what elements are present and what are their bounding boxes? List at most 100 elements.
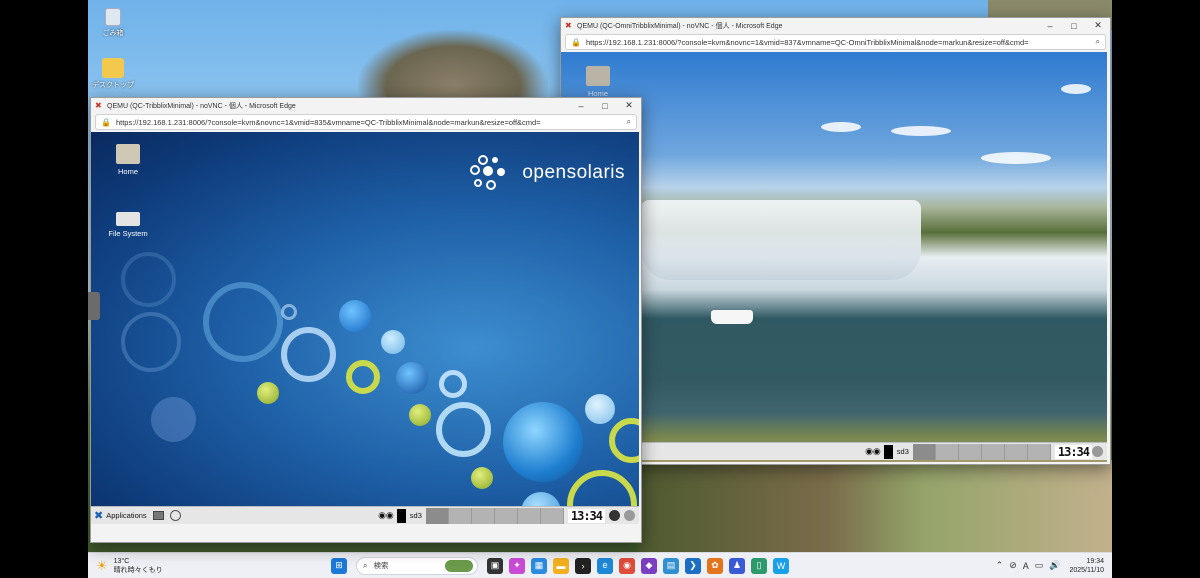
applications-label: Applications bbox=[106, 511, 147, 520]
vnc-screen-left[interactable]: opensolaris Home File System ✖ Applicati… bbox=[91, 132, 639, 524]
terminal-launcher-icon[interactable] bbox=[152, 511, 164, 520]
start-button[interactable]: ⊞ bbox=[331, 557, 347, 574]
close-button[interactable]: ✕ bbox=[1086, 20, 1110, 31]
opensolaris-wordmark: opensolaris bbox=[522, 162, 625, 183]
title-bar[interactable]: ✖ QEMU (QC-TribblixMinimal) - noVNC - 個人… bbox=[91, 98, 641, 113]
terminal-icon[interactable]: › bbox=[575, 557, 591, 574]
minimize-button[interactable]: – bbox=[569, 101, 593, 111]
copilot-icon[interactable]: ✦ bbox=[509, 557, 525, 574]
vm-clock: 13:34 bbox=[1054, 444, 1092, 459]
task-view-icon[interactable]: ▣ bbox=[487, 557, 503, 574]
vm-desktop-icon-file-system[interactable]: File System bbox=[93, 208, 163, 238]
opensolaris-logo-icon bbox=[470, 155, 505, 190]
search-highlight-image bbox=[445, 559, 473, 572]
maximize-button[interactable]: □ bbox=[593, 101, 617, 111]
workspace-label: sd3 bbox=[409, 511, 422, 520]
title-bar[interactable]: ✖ QEMU (QC-OmniTribblixMinimal) - noVNC … bbox=[561, 18, 1110, 33]
vscode-icon[interactable]: ❯ bbox=[685, 557, 701, 574]
weather-widget[interactable]: ☀ 13°C 晴れ時々くもり bbox=[88, 557, 328, 575]
home-folder-icon bbox=[116, 144, 140, 164]
waterfall bbox=[641, 200, 921, 280]
bubble bbox=[121, 252, 176, 307]
app-icon[interactable]: ♟ bbox=[729, 557, 745, 574]
bubble bbox=[281, 304, 297, 320]
workspace-switcher[interactable] bbox=[425, 507, 564, 524]
bubble bbox=[151, 397, 196, 442]
bubble bbox=[281, 327, 336, 382]
bubble bbox=[381, 330, 405, 354]
network-icon[interactable]: ⊘ bbox=[1009, 560, 1017, 571]
vm-icon-label: File System bbox=[108, 229, 148, 238]
app-icon[interactable]: W bbox=[773, 557, 789, 574]
address-bar[interactable]: 🔒 https://192.168.1.231:8006/?console=kv… bbox=[565, 34, 1106, 50]
web-browser-icon[interactable] bbox=[169, 510, 181, 521]
url-text[interactable]: https://192.168.1.231:8006/?console=kvm&… bbox=[116, 118, 627, 127]
minimize-button[interactable]: – bbox=[1038, 21, 1062, 31]
bubble bbox=[339, 300, 371, 332]
app-icon[interactable]: ▯ bbox=[751, 557, 767, 574]
status-icon bbox=[624, 510, 635, 521]
desktop-icon-recycle-bin[interactable]: ごみ箱 bbox=[88, 8, 138, 38]
cloud bbox=[981, 152, 1051, 164]
address-bar[interactable]: 🔒 https://192.168.1.231:8006/?console=kv… bbox=[95, 114, 637, 130]
bubble bbox=[409, 404, 431, 426]
taskbar-time: 19:34 bbox=[1086, 557, 1104, 565]
qemu-favicon-icon: ✖ bbox=[565, 20, 572, 30]
search-placeholder: 検索 bbox=[373, 561, 389, 570]
cloud bbox=[891, 126, 951, 136]
vm-panel-left: ✖ Applications ◉◉ sd3 13:34 bbox=[91, 506, 639, 524]
bubble bbox=[609, 418, 639, 463]
drive-icon bbox=[116, 212, 140, 226]
applications-menu[interactable]: ✖ Applications bbox=[91, 509, 147, 522]
taskbar-date: 2025/11/10 bbox=[1069, 566, 1104, 574]
vm-clock: 13:34 bbox=[567, 508, 605, 523]
status-icon bbox=[1092, 446, 1103, 457]
taskbar-search[interactable]: ⌕ 検索 bbox=[356, 556, 478, 575]
taskbar-clock[interactable]: 19:34 2025/11/10 bbox=[1069, 557, 1104, 575]
app-icon[interactable]: ◆ bbox=[641, 557, 657, 574]
edge-window-right[interactable]: ✖ QEMU (QC-OmniTribblixMinimal) - noVNC … bbox=[560, 17, 1111, 465]
qemu-favicon-icon: ✖ bbox=[95, 100, 102, 110]
vm-panel-right: ◉◉ sd3 13:34 bbox=[561, 442, 1107, 460]
windows-taskbar: ☀ 13°C 晴れ時々くもり ⊞ ⌕ 検索 ▣ ✦ ▦ ▬ › e ◉ ◆ ▤ … bbox=[88, 552, 1112, 578]
weather-temp: 13°C bbox=[113, 557, 130, 565]
edge-window-left[interactable]: ✖ QEMU (QC-TribblixMinimal) - noVNC - 個人… bbox=[90, 97, 642, 543]
app-icon[interactable]: ▤ bbox=[663, 557, 679, 574]
vm-desktop-icon-home[interactable]: Home bbox=[563, 66, 633, 98]
close-button[interactable]: ✕ bbox=[617, 100, 641, 111]
zoom-icon[interactable]: ⌕ bbox=[627, 117, 631, 127]
bubble bbox=[346, 360, 380, 394]
eyes-icon: ◉◉ bbox=[378, 510, 394, 520]
vnc-screen-right[interactable]: Home ◉◉ sd3 13:34 bbox=[561, 52, 1107, 462]
workspace-switcher[interactable] bbox=[912, 443, 1051, 460]
bubble bbox=[471, 467, 493, 489]
bubble bbox=[585, 394, 615, 424]
folder-icon bbox=[102, 58, 124, 78]
desktop-icon-folder[interactable]: デスクトップ bbox=[88, 58, 138, 90]
widgets-icon[interactable]: ▦ bbox=[531, 557, 547, 574]
terminal-block bbox=[883, 444, 893, 459]
bubble bbox=[121, 312, 181, 372]
system-tray: ⌃ ⊘ A ▭ 🔊 19:34 2025/11/10 bbox=[993, 557, 1112, 575]
edge-icon[interactable]: e bbox=[597, 557, 613, 574]
app-icon[interactable]: ✿ bbox=[707, 557, 723, 574]
maximize-button[interactable]: □ bbox=[1062, 21, 1086, 31]
chevron-up-icon[interactable]: ⌃ bbox=[996, 560, 1004, 571]
partly-cloudy-icon: ☀ bbox=[96, 557, 108, 573]
screen: ごみ箱 デスクトップ ✖ QEMU (QC-OmniTribblixMinima… bbox=[0, 0, 1200, 578]
volume-icon[interactable]: 🔊 bbox=[1049, 560, 1060, 571]
zoom-icon[interactable]: ⌕ bbox=[1096, 37, 1100, 47]
lock-status-icon bbox=[609, 510, 620, 521]
url-text[interactable]: https://192.168.1.231:8006/?console=kvm&… bbox=[586, 38, 1096, 47]
file-explorer-icon[interactable]: ▬ bbox=[553, 557, 569, 574]
vm-desktop-icon-home[interactable]: Home bbox=[93, 144, 163, 176]
desktop-icon-label: デスクトップ bbox=[92, 82, 134, 89]
ime-indicator[interactable]: A bbox=[1023, 561, 1029, 571]
novnc-sidebar-handle[interactable] bbox=[88, 292, 100, 320]
display-icon[interactable]: ▭ bbox=[1035, 560, 1044, 571]
vm-icon-label: Home bbox=[117, 167, 138, 176]
letterbox-left bbox=[0, 0, 88, 578]
cloud bbox=[821, 122, 861, 132]
boat bbox=[711, 310, 753, 324]
chrome-icon[interactable]: ◉ bbox=[619, 557, 635, 574]
